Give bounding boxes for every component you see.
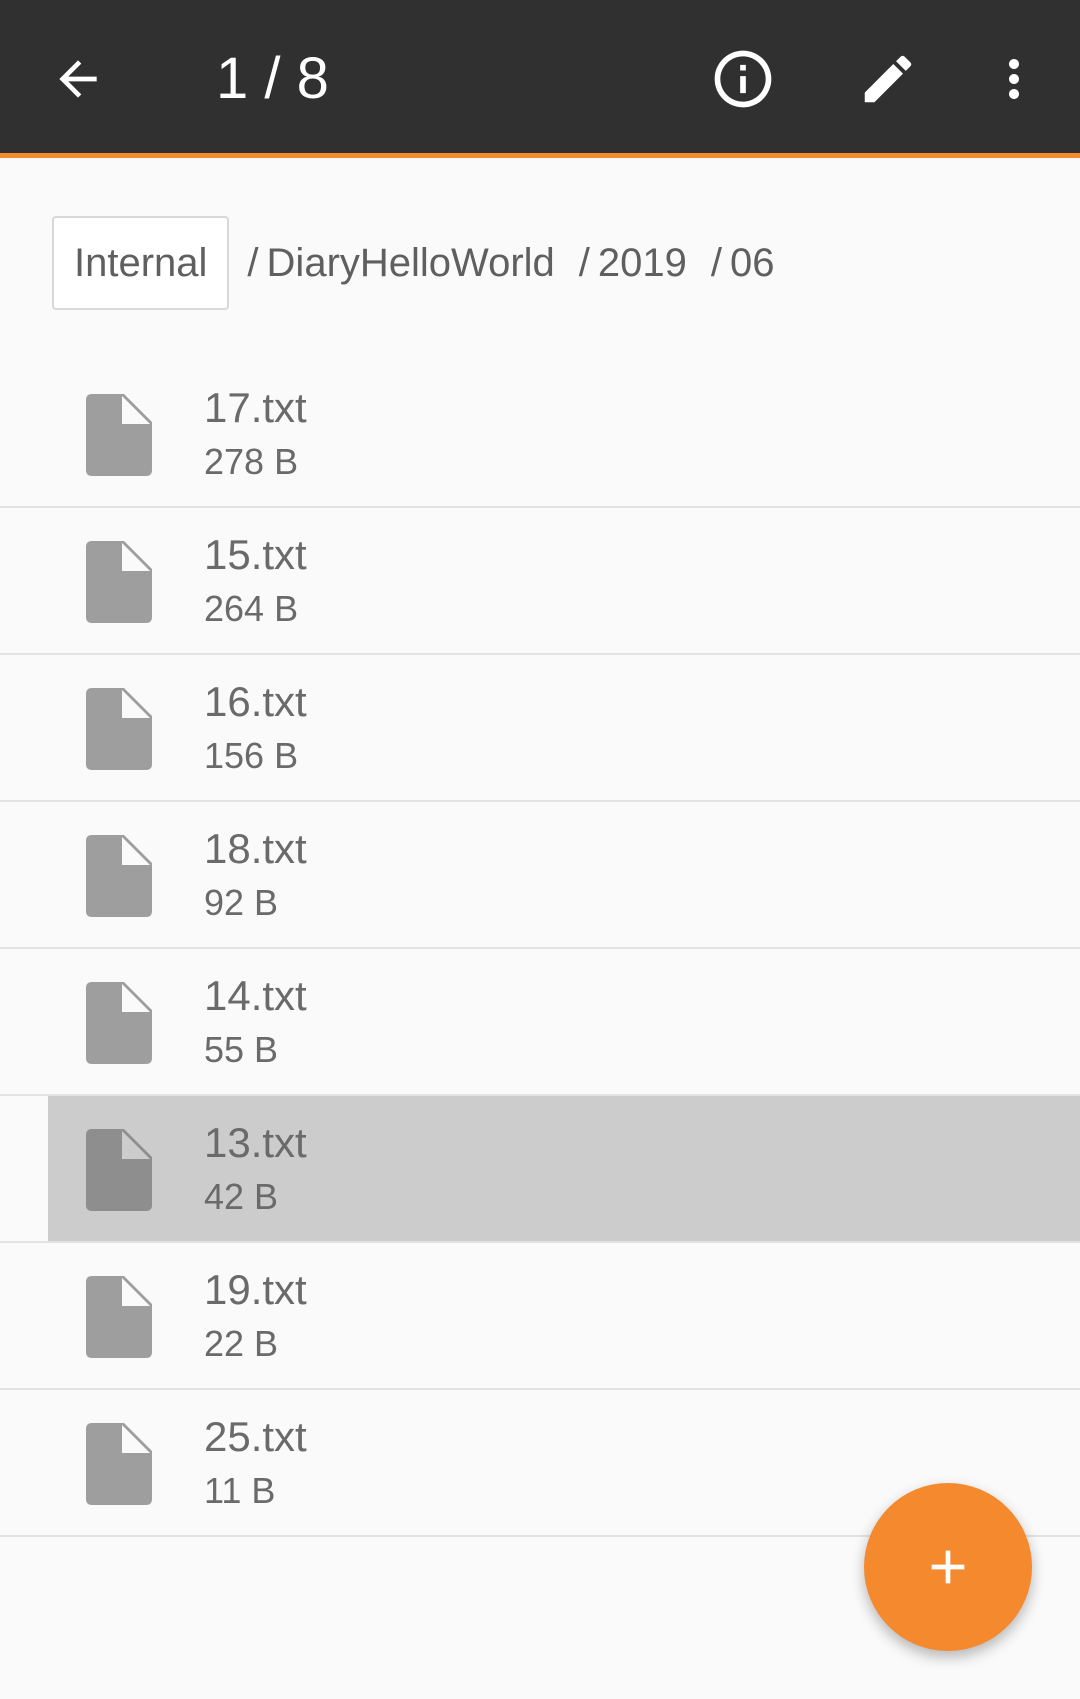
file-list-item[interactable]: 16.txt 156 B [0,655,1080,802]
file-icon [86,1423,152,1505]
file-size: 264 B [204,588,299,629]
info-icon [714,50,772,108]
add-button[interactable] [864,1483,1032,1651]
file-list-item[interactable]: 15.txt 264 B [0,508,1080,655]
file-name: 25.txt [204,1413,307,1460]
file-list-item[interactable]: 17.txt 278 B [0,361,1080,508]
breadcrumb-item-2019[interactable]: /2019 [579,241,687,286]
breadcrumb-label: DiaryHelloWorld [266,240,555,285]
breadcrumb-item-diaryhelloworld[interactable]: / DiaryHelloWorld [247,241,554,286]
file-size: 11 B [204,1470,276,1511]
page-title: 1 / 8 [216,46,329,111]
file-icon [86,1276,152,1358]
plus-icon [931,1550,965,1584]
breadcrumb-label: 06 [730,240,775,285]
breadcrumb-separator: / [247,240,259,285]
toolbar: 1 / 8 [0,0,1080,158]
more-options-button[interactable] [974,39,1054,119]
file-size: 42 B [204,1176,279,1217]
back-button[interactable] [38,39,118,119]
breadcrumb: Internal / DiaryHelloWorld /2019 /06 [52,215,775,311]
file-list-item[interactable]: 14.txt 55 B [0,949,1080,1096]
file-name: 16.txt [204,678,307,725]
file-name: 14.txt [204,972,307,1019]
breadcrumb-separator: / [578,240,590,285]
selection-highlight [48,1096,1080,1241]
file-list: 17.txt 278 B 15.txt 264 B 16.txt 156 B 18.txt 9… [0,361,1080,1537]
more-vertical-icon [1009,59,1019,99]
file-size: 92 B [204,882,279,923]
file-icon [86,982,152,1064]
file-size: 156 B [204,735,299,776]
breadcrumb-item-06[interactable]: /06 [711,241,775,286]
file-icon [86,541,152,623]
file-list-item[interactable]: 19.txt 22 B [0,1243,1080,1390]
file-name: 13.txt [204,1119,307,1166]
file-size: 55 B [204,1029,279,1070]
file-name: 18.txt [204,825,307,872]
breadcrumb-label: 2019 [597,240,687,285]
file-icon [86,1129,152,1211]
file-icon [86,688,152,770]
file-name: 17.txt [204,384,307,431]
file-name: 19.txt [204,1266,307,1313]
breadcrumb-separator: / [710,240,723,285]
file-list-item[interactable]: 18.txt 92 B [0,802,1080,949]
file-name: 15.txt [204,531,307,578]
breadcrumb-root-internal[interactable]: Internal [52,216,230,310]
file-list-item[interactable]: 13.txt 42 B [0,1096,1080,1243]
file-icon [86,835,152,917]
edit-button[interactable] [848,39,928,119]
arrow-back-icon [59,60,97,98]
pencil-icon [864,55,912,103]
file-size: 278 B [204,441,299,482]
file-icon [86,394,152,476]
file-size: 22 B [204,1323,279,1364]
info-button[interactable] [703,39,783,119]
